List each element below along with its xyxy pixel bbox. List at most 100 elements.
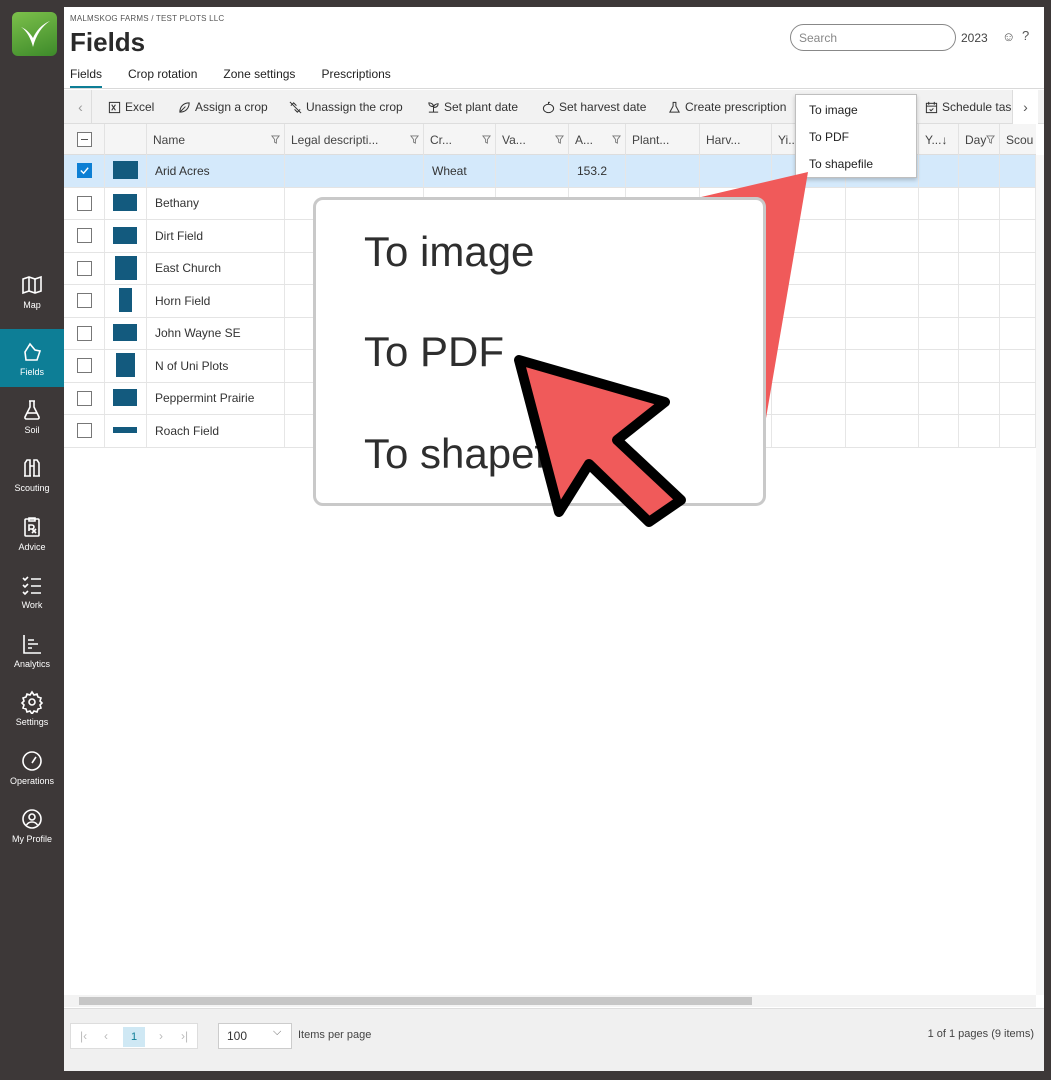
nav-settings-label: Settings (15, 716, 49, 727)
field-shape-thumbnail (116, 353, 135, 378)
filter-icon[interactable] (612, 135, 621, 144)
chevron-down-icon[interactable]: ⌵ (273, 1026, 281, 1039)
excel-button[interactable]: Excel (108, 90, 154, 124)
column-header-legal[interactable]: Legal descripti... (285, 124, 424, 155)
menu-item-to-shapefile[interactable]: To shapefile (809, 157, 873, 171)
field-shape-thumbnail (113, 194, 137, 212)
schedule-task-label: Schedule task (942, 100, 1018, 114)
field-name[interactable]: Bethany (155, 196, 199, 210)
field-name[interactable]: Dirt Field (155, 229, 203, 243)
map-icon (22, 275, 42, 294)
main-panel: MALMSKOG FARMS / TEST PLOTS LLC Fields 2… (64, 7, 1044, 1071)
grid-cell (1000, 285, 1036, 317)
nav-settings[interactable]: Settings (0, 679, 64, 737)
column-header-plant[interactable]: Plant... (626, 124, 700, 155)
schedule-task-button[interactable]: Schedule task (925, 90, 1017, 124)
column-header-area[interactable]: A... (569, 124, 626, 155)
year-selector[interactable]: 2023 (961, 31, 988, 45)
field-name[interactable]: Peppermint Prairie (155, 391, 254, 405)
page-title: Fields (70, 27, 146, 57)
unassign-crop-button[interactable]: Unassign the crop (289, 90, 403, 124)
feedback-smiley-icon[interactable]: ☺ (1002, 29, 1015, 44)
grid-cell (772, 285, 846, 317)
nav-advice[interactable]: Advice (0, 504, 64, 562)
filter-icon[interactable] (482, 135, 491, 144)
row-checkbox[interactable] (76, 293, 92, 309)
gear-icon (20, 690, 44, 714)
column-header-harvest[interactable]: Harv... (700, 124, 772, 155)
horizontal-scrollbar[interactable] (64, 995, 1036, 1007)
field-name[interactable]: Roach Field (155, 424, 219, 438)
field-name-cell: Horn Field (147, 285, 285, 317)
tab-prescriptions[interactable]: Prescriptions (321, 67, 390, 89)
row-checkbox[interactable] (76, 228, 92, 244)
last-page-button[interactable]: ›| (181, 1029, 188, 1043)
search-input[interactable] (790, 24, 956, 51)
tab-fields[interactable]: Fields (70, 67, 103, 89)
items-per-page-label: Items per page (298, 1029, 372, 1041)
create-prescription-button[interactable]: Create prescription (668, 90, 786, 124)
row-checkbox[interactable] (76, 325, 92, 341)
filter-icon[interactable] (410, 135, 419, 144)
grid-cell (1000, 155, 1036, 187)
set-harvest-date-label: Set harvest date (559, 100, 647, 114)
tab-crop-rotation[interactable]: Crop rotation (128, 67, 197, 89)
field-name[interactable]: Arid Acres (155, 164, 210, 178)
grid-cell (772, 382, 846, 414)
column-day-label: Day (965, 132, 987, 147)
column-header-y-sorted[interactable]: Y...↓ (919, 124, 959, 155)
filter-icon[interactable] (271, 135, 280, 144)
help-icon[interactable]: ? (1022, 28, 1029, 43)
nav-operations[interactable]: Operations (0, 738, 64, 796)
nav-analytics[interactable]: Analytics (0, 621, 64, 679)
nav-work[interactable]: Work (0, 562, 64, 620)
field-name[interactable]: N of Uni Plots (155, 359, 228, 373)
unlink-icon (289, 101, 302, 113)
menu-item-to-image[interactable]: To image (809, 103, 858, 117)
column-header-scout[interactable]: Scou (1000, 124, 1036, 155)
nav-soil[interactable]: Soil (0, 387, 64, 445)
first-page-button[interactable]: |‹ (80, 1029, 87, 1043)
current-page[interactable]: 1 (123, 1027, 145, 1047)
row-checkbox[interactable] (76, 163, 92, 179)
set-harvest-date-button[interactable]: Set harvest date (542, 90, 646, 124)
column-header-name[interactable]: Name (147, 124, 285, 155)
next-page-button[interactable]: › (159, 1029, 163, 1043)
column-header-day[interactable]: Day (959, 124, 1000, 155)
row-checkbox[interactable] (76, 390, 92, 406)
select-all-checkbox[interactable] (76, 132, 92, 147)
row-checkbox[interactable] (76, 260, 92, 276)
nav-map[interactable]: Map (0, 262, 64, 320)
horizontal-scrollbar-thumb[interactable] (79, 997, 752, 1005)
toolbar-scroll-right-button[interactable]: › (1012, 90, 1038, 124)
row-checkbox[interactable] (76, 423, 92, 439)
grid-cell (959, 350, 1000, 382)
filter-icon[interactable] (555, 135, 564, 144)
menu-item-to-pdf[interactable]: To PDF (809, 130, 849, 144)
pager-controls: |‹ ‹ 1 › ›| (70, 1023, 198, 1049)
field-name[interactable]: East Church (155, 261, 221, 275)
set-plant-date-button[interactable]: Set plant date (427, 90, 518, 124)
breadcrumb[interactable]: MALMSKOG FARMS / TEST PLOTS LLC (70, 14, 224, 23)
column-header-crop[interactable]: Cr... (424, 124, 496, 155)
app-logo[interactable] (12, 12, 57, 56)
tab-zone-settings[interactable]: Zone settings (223, 67, 295, 89)
nav-profile[interactable]: My Profile (0, 796, 64, 854)
toolbar-scroll-left-button[interactable]: ‹ (70, 90, 92, 124)
nav-fields[interactable]: Fields (0, 329, 64, 387)
nav-scouting[interactable]: Scouting (0, 445, 64, 503)
column-header-variety[interactable]: Va... (496, 124, 569, 155)
prev-page-button[interactable]: ‹ (104, 1029, 108, 1043)
field-shape-cell (105, 220, 147, 252)
nav-scouting-label: Scouting (14, 482, 50, 493)
assign-crop-button[interactable]: Assign a crop (178, 90, 268, 124)
filter-icon[interactable] (986, 135, 995, 144)
grid-cell (1000, 382, 1036, 414)
grid-cell (772, 220, 846, 252)
field-name[interactable]: Horn Field (155, 294, 210, 308)
row-checkbox[interactable] (76, 358, 92, 374)
row-checkbox[interactable] (76, 195, 92, 211)
field-name[interactable]: John Wayne SE (155, 326, 241, 340)
vertical-scrollbar[interactable] (1036, 155, 1044, 995)
nav-operations-label: Operations (9, 775, 55, 786)
